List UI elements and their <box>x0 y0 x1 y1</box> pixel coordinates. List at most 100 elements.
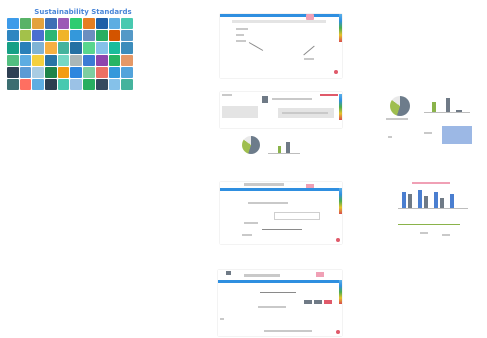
thumbnail-text-line <box>424 132 432 134</box>
pie-chart <box>242 136 260 154</box>
thumbnail-connector <box>248 42 264 51</box>
thumbnail-text-line <box>222 94 232 96</box>
standard-logo-tile <box>57 18 70 30</box>
standard-logo-tile <box>83 18 95 30</box>
standard-logo-tile <box>121 54 133 66</box>
screenshot-thumbnail-5[interactable] <box>384 180 486 242</box>
standard-logo-tile <box>32 30 45 42</box>
standard-logo-tile <box>121 30 133 42</box>
standard-logo-tile <box>7 42 19 54</box>
thumbnail-connector <box>260 292 296 293</box>
thumbnail-connector <box>262 229 302 230</box>
bar-mark <box>434 192 438 208</box>
standard-logo-tile <box>121 42 133 54</box>
bar-mark <box>424 196 428 208</box>
bar-mark <box>278 146 281 153</box>
thumbnail-text-line <box>264 330 312 332</box>
bar-mark <box>418 190 422 208</box>
standard-logo-tile <box>19 42 32 54</box>
screenshot-thumbnail-3[interactable] <box>380 92 486 152</box>
thumbnail-text-line <box>248 202 288 204</box>
thumbnail-text-line <box>244 183 284 186</box>
thumbnail-text-line <box>244 274 280 277</box>
screenshot-thumbnail-4[interactable] <box>220 182 342 244</box>
thumbnail-text-line <box>236 40 246 42</box>
page-title: Sustainability Standards <box>34 8 132 16</box>
standard-logo-tile <box>70 78 83 90</box>
thumbnail-button <box>304 300 312 304</box>
thumbnail-text-line <box>388 136 392 138</box>
standard-logo-tile <box>83 42 95 54</box>
standard-logo-tile <box>95 42 108 54</box>
screenshot-thumbnail-2[interactable] <box>220 92 342 128</box>
thumbnail-side-rail <box>339 280 342 304</box>
standard-logo-tile <box>7 54 19 66</box>
standard-logo-tile <box>57 54 70 66</box>
standard-logo-tile <box>45 66 57 78</box>
thumbnail-side-rail <box>339 14 342 42</box>
thumbnail-button <box>324 300 332 304</box>
bar-mark <box>286 142 290 153</box>
standard-logo-tile <box>70 18 83 30</box>
standard-logo-tile <box>19 66 32 78</box>
standard-logo-tile <box>45 78 57 90</box>
thumbnail-text-line <box>282 112 328 114</box>
screenshot-thumbnail-6[interactable] <box>218 270 342 336</box>
pie-chart <box>390 96 410 116</box>
standard-logo-tile <box>108 78 121 90</box>
standard-logo-tile <box>121 78 133 90</box>
thumbnail-text-line <box>236 34 244 36</box>
standard-logo-tile <box>19 78 32 90</box>
chart-baseline <box>424 112 470 113</box>
legend-line <box>398 224 460 225</box>
standard-logo-tile <box>108 30 121 42</box>
standard-logo-tile <box>95 18 108 30</box>
thumbnail-badge <box>316 272 324 277</box>
standard-logo-tile <box>32 42 45 54</box>
thumbnail-text-line <box>272 98 312 100</box>
bar-mark <box>450 194 454 208</box>
standard-logo-tile <box>7 18 19 30</box>
standard-logo-tile <box>57 78 70 90</box>
screenshot-thumbnail-1[interactable] <box>220 14 342 78</box>
standard-logo-tile <box>95 30 108 42</box>
thumbnail-header-bar <box>220 188 339 191</box>
map-block <box>442 126 472 144</box>
standard-logo-tile <box>7 30 19 42</box>
thumbnail-action-dot <box>334 70 338 74</box>
standard-logo-tile <box>70 42 83 54</box>
standard-logo-tile <box>83 54 95 66</box>
standard-logo-tile <box>57 30 70 42</box>
bar-mark <box>440 198 444 208</box>
standards-logo-mosaic <box>7 18 133 90</box>
thumbnail-text-line <box>420 232 428 234</box>
chart-baseline <box>268 153 300 154</box>
standard-logo-tile <box>7 78 19 90</box>
standard-logo-tile <box>83 78 95 90</box>
standard-logo-tile <box>83 30 95 42</box>
thumbnail-text-line <box>236 28 248 30</box>
thumbnail-side-rail <box>339 188 342 214</box>
thumbnail-action-dot <box>336 238 340 242</box>
bar-mark <box>432 102 436 112</box>
standard-logo-tile <box>95 54 108 66</box>
standard-logo-tile <box>19 54 32 66</box>
thumbnail-text-line <box>386 118 408 120</box>
standard-logo-tile <box>121 66 133 78</box>
thumbnail-side-rail <box>339 94 342 120</box>
thumbnail-toolbar <box>232 20 326 23</box>
standard-logo-tile <box>70 30 83 42</box>
thumbnail-avatar <box>262 96 268 103</box>
thumbnail-text-line <box>244 222 258 224</box>
standard-logo-tile <box>32 78 45 90</box>
thumbnail-button <box>314 300 322 304</box>
standard-logo-tile <box>95 78 108 90</box>
standard-logo-tile <box>45 54 57 66</box>
standard-logo-tile <box>45 30 57 42</box>
standard-logo-tile <box>70 54 83 66</box>
standard-logo-tile <box>57 66 70 78</box>
chart-title-bar <box>412 182 450 184</box>
standard-logo-tile <box>95 66 108 78</box>
screenshot-thumbnail-2b[interactable] <box>238 134 310 156</box>
thumbnail-connector <box>303 45 315 56</box>
